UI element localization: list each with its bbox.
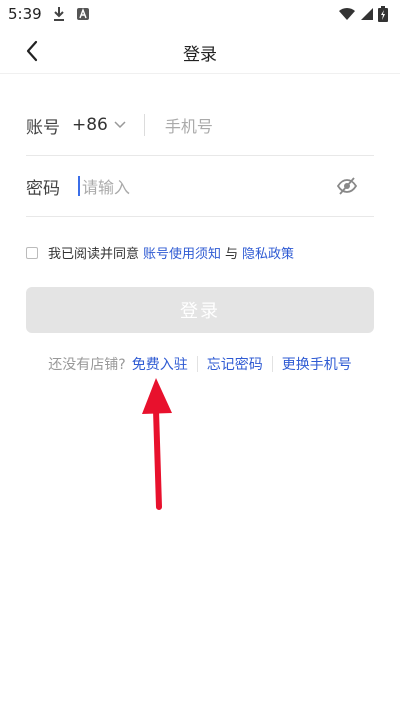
phone-input[interactable]: 手机号 [165,113,213,137]
wifi-icon [338,7,356,21]
terms-link[interactable]: 账号使用须知 [143,243,221,262]
password-row: 密码 请输入 [26,156,374,217]
page-title: 登录 [183,45,217,65]
password-label: 密码 [26,178,60,199]
agreement: 我已阅读并同意 账号使用须知 与 隐私政策 [26,243,298,262]
chevron-down-icon [114,121,126,129]
signal-icon [360,7,374,21]
account-label: 账号 [26,117,60,138]
text-cursor [78,176,80,196]
privacy-link[interactable]: 隐私政策 [242,243,294,262]
notification-icon [76,7,90,21]
login-button[interactable]: 登录 [26,287,374,333]
agreement-text: 我已阅读并同意 [48,247,140,262]
account-row: 账号 +86 手机号 [26,95,374,156]
download-icon [52,6,66,22]
agree-checkbox[interactable] [26,246,38,259]
nav-bar: 登录 [0,28,400,74]
status-time: 5:39 [8,5,42,23]
no-store-text: 还没有店铺? [48,357,126,373]
change-phone-link[interactable]: 更换手机号 [282,354,352,374]
country-code-select[interactable]: +86 [72,114,145,136]
bottom-links: 还没有店铺? 免费入驻 忘记密码 更换手机号 [0,354,400,374]
forgot-password-link[interactable]: 忘记密码 [207,354,263,374]
eye-off-icon[interactable] [336,175,358,197]
login-button-label: 登录 [180,301,220,322]
battery-icon [378,6,388,22]
status-bar: 5:39 [0,0,400,28]
password-input[interactable]: 请输入 [82,174,130,198]
divider [271,356,273,372]
country-code-value: +86 [72,115,108,135]
divider [196,356,198,372]
agreement-and: 与 [225,247,239,262]
annotation-arrow-icon [142,378,172,510]
